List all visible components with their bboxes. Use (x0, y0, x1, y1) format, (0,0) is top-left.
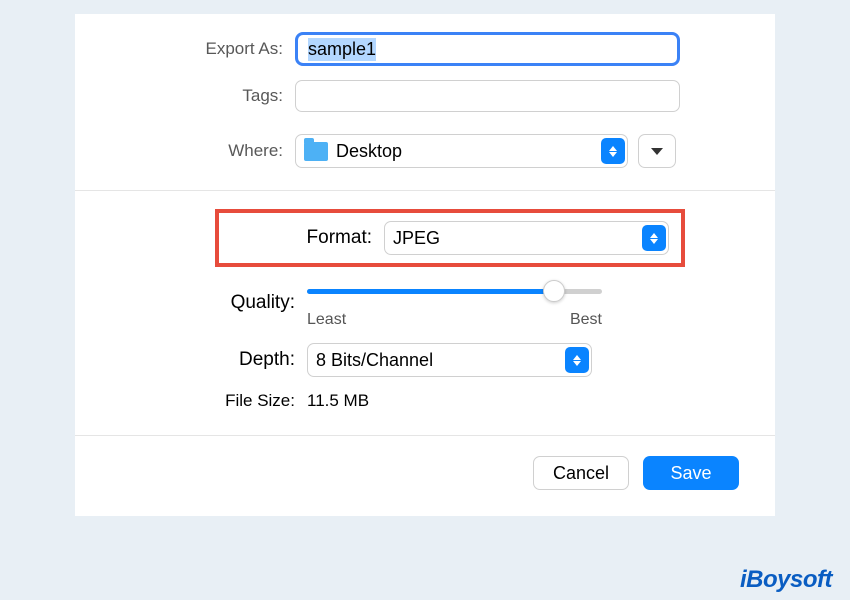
updown-icon (601, 138, 625, 164)
tags-row: Tags: (115, 80, 735, 112)
quality-range-labels: Least Best (307, 311, 602, 329)
where-select[interactable]: Desktop (295, 134, 628, 168)
export-as-row: Export As: sample1 (115, 32, 735, 66)
cancel-button[interactable]: Cancel (533, 456, 629, 490)
format-highlight: Format: JPEG (215, 209, 685, 267)
filesize-value: 11.5 MB (307, 391, 369, 411)
quality-min-label: Least (307, 311, 346, 329)
depth-value: 8 Bits/Channel (316, 350, 433, 371)
quality-label: Quality: (115, 292, 307, 314)
tags-input[interactable] (295, 80, 680, 112)
depth-select[interactable]: 8 Bits/Channel (307, 343, 592, 377)
file-section: Export As: sample1 Tags: Where: Desktop (75, 14, 775, 190)
watermark: iBoysoft (740, 566, 832, 594)
where-label: Where: (115, 141, 295, 161)
where-value: Desktop (336, 141, 402, 162)
format-select[interactable]: JPEG (384, 221, 669, 255)
quality-slider[interactable] (307, 277, 602, 305)
quality-row: Quality: Least Best (115, 277, 735, 329)
format-value: JPEG (393, 228, 440, 249)
export-as-label: Export As: (115, 39, 295, 59)
format-label: Format: (231, 227, 384, 249)
save-button[interactable]: Save (643, 456, 739, 490)
folder-icon (304, 142, 328, 161)
export-dialog: Export As: sample1 Tags: Where: Desktop (75, 14, 775, 516)
quality-max-label: Best (570, 311, 602, 329)
filesize-label: File Size: (115, 391, 307, 411)
depth-label: Depth: (115, 349, 307, 371)
chevron-down-icon (651, 148, 663, 155)
updown-icon (565, 347, 589, 373)
filename-value: sample1 (308, 38, 376, 61)
updown-icon (642, 225, 666, 251)
depth-row: Depth: 8 Bits/Channel (115, 343, 735, 377)
button-row: Cancel Save (75, 436, 775, 516)
filesize-row: File Size: 11.5 MB (115, 391, 735, 411)
tags-label: Tags: (115, 86, 295, 106)
where-row: Where: Desktop (115, 134, 735, 168)
filename-input[interactable]: sample1 (295, 32, 680, 66)
slider-thumb[interactable] (543, 280, 565, 302)
expand-button[interactable] (638, 134, 676, 168)
format-section: Format: JPEG Quality: (75, 191, 775, 435)
